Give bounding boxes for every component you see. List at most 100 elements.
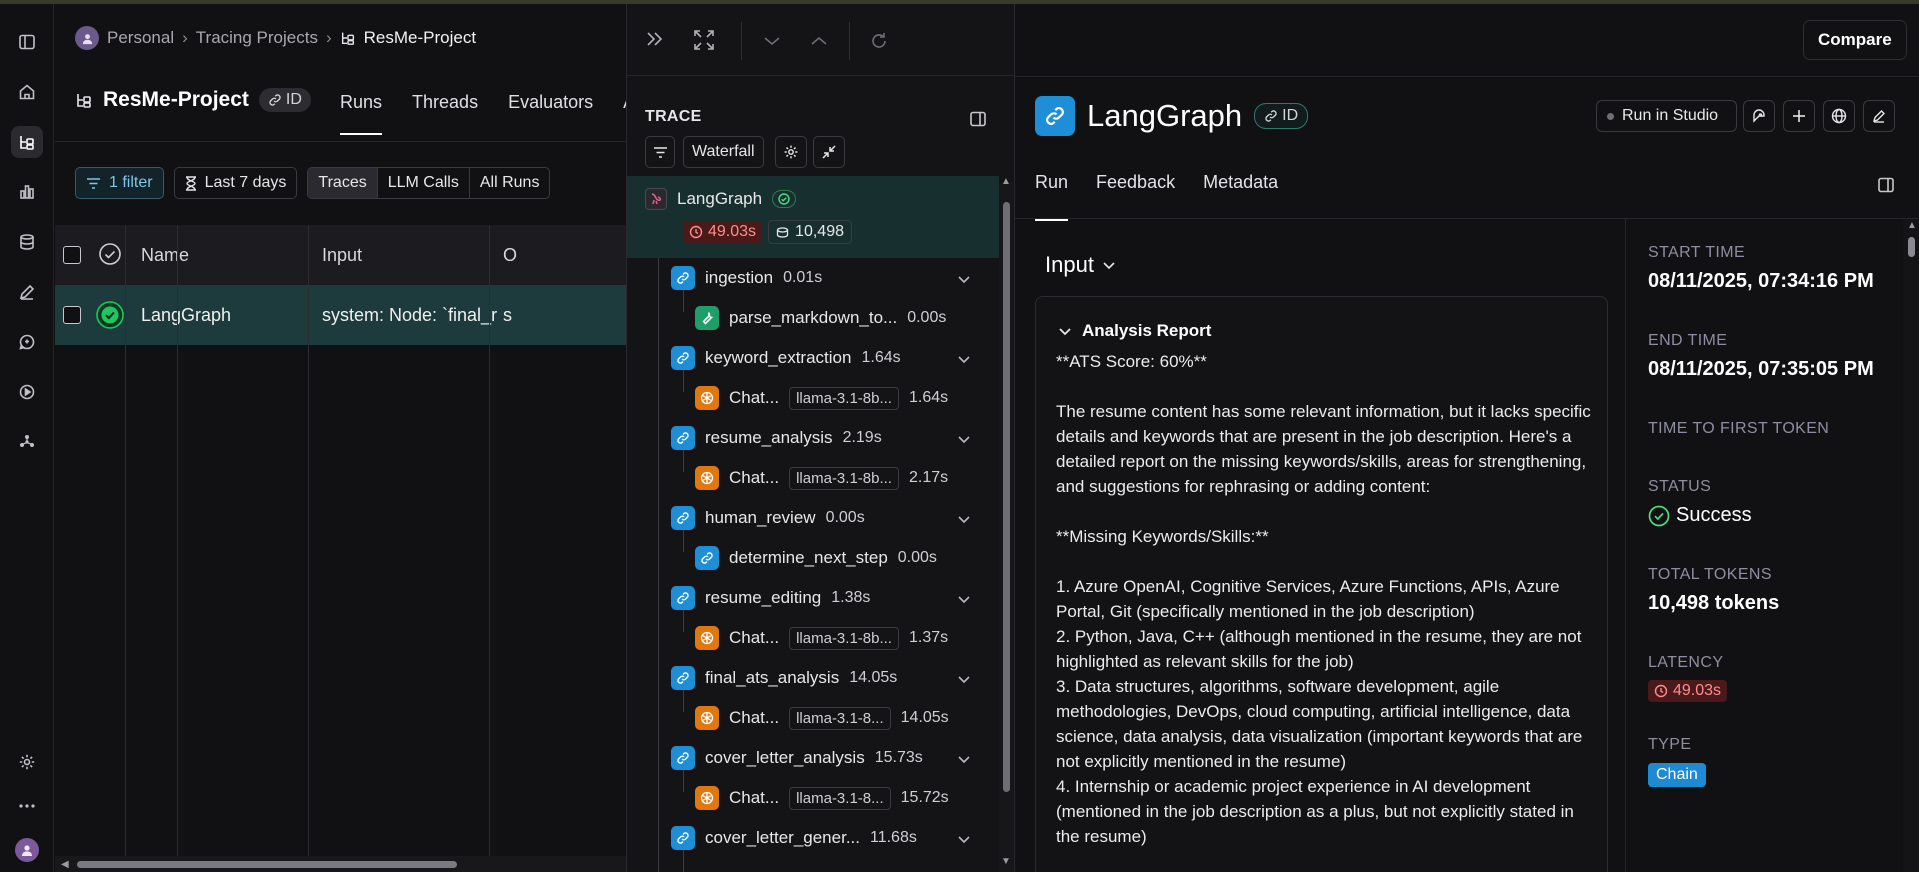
scrollbar-thumb[interactable] bbox=[1908, 237, 1915, 257]
expand-icon[interactable] bbox=[693, 29, 715, 51]
trace-filter-button[interactable] bbox=[645, 136, 675, 168]
time-range-button[interactable]: Last 7 days bbox=[173, 167, 298, 199]
add-button[interactable] bbox=[1783, 100, 1815, 132]
scroll-down-icon[interactable]: ▼ bbox=[1001, 856, 1011, 867]
tab-threads[interactable]: Threads bbox=[412, 92, 478, 135]
trace-node[interactable]: ingestion 0.01s bbox=[671, 266, 822, 290]
status-label: STATUS bbox=[1648, 478, 1712, 495]
settings-icon[interactable] bbox=[11, 746, 43, 778]
tracing-icon[interactable] bbox=[11, 126, 43, 158]
collapse-panel-icon[interactable] bbox=[645, 31, 665, 47]
scrollbar-thumb[interactable] bbox=[77, 861, 457, 868]
trace-node[interactable]: Chat... llama-3.1-8... 14.05s bbox=[695, 706, 949, 730]
chevron-down-icon[interactable] bbox=[957, 275, 971, 284]
breadcrumb-personal[interactable]: Personal bbox=[107, 28, 174, 48]
detail-scrollbar[interactable]: ▲ bbox=[1903, 219, 1919, 872]
filter-button[interactable]: 1 filter bbox=[75, 167, 164, 199]
trace-node[interactable]: Chat... llama-3.1-8b... 1.64s bbox=[695, 386, 948, 410]
chain-icon bbox=[671, 746, 695, 770]
report-section-toggle[interactable]: Analysis Report bbox=[1058, 321, 1211, 341]
row-input: system: Node: `final_r... bbox=[322, 305, 497, 325]
run-in-studio-button[interactable]: Run in Studio bbox=[1596, 100, 1738, 132]
deployments-icon[interactable] bbox=[11, 376, 43, 408]
scroll-left-icon[interactable]: ◀ bbox=[61, 859, 69, 870]
root-node-header: LangGraph bbox=[645, 188, 797, 210]
run-in-studio-label: Run in Studio bbox=[1622, 107, 1719, 124]
compare-button[interactable]: Compare bbox=[1803, 20, 1907, 60]
chevron-down-icon[interactable] bbox=[957, 755, 971, 764]
toggle-sidebar-icon[interactable] bbox=[1877, 176, 1895, 194]
table-row[interactable]: LangGraph system: Node: `final_r... s bbox=[55, 285, 626, 345]
trace-root-node[interactable]: LangGraph 49.03s 10,498 bbox=[627, 176, 999, 258]
copy-id-button[interactable]: ID bbox=[258, 88, 311, 112]
trace-node[interactable]: resume_editing 1.38s bbox=[671, 586, 870, 610]
trace-settings-button[interactable] bbox=[775, 136, 807, 168]
trace-node[interactable]: resume_analysis 2.19s bbox=[671, 426, 882, 450]
trace-scrollbar[interactable]: ▲ ▼ bbox=[999, 176, 1013, 872]
chevron-down-icon[interactable] bbox=[957, 675, 971, 684]
more-icon[interactable] bbox=[11, 790, 43, 822]
collapse-arrows-icon bbox=[821, 144, 837, 160]
waterfall-toggle[interactable]: Waterfall bbox=[683, 136, 764, 168]
trace-node-duration: 2.17s bbox=[908, 469, 949, 486]
trace-node[interactable]: human_review 0.00s bbox=[671, 506, 865, 530]
total-tokens-value: 10,498 tokens bbox=[1648, 592, 1780, 614]
tab-runs[interactable]: Runs bbox=[340, 92, 383, 135]
column-input[interactable]: Input bbox=[322, 245, 362, 266]
chevron-down-icon[interactable] bbox=[763, 36, 781, 46]
trace-node[interactable]: Chat... llama-3.1-8... 15.72s bbox=[695, 786, 949, 810]
scroll-up-icon[interactable]: ▲ bbox=[1001, 176, 1011, 187]
column-output[interactable]: O bbox=[503, 245, 517, 266]
trace-node[interactable]: Chat... llama-3.1-8b... 1.37s bbox=[695, 626, 948, 650]
chevron-up-icon[interactable] bbox=[810, 36, 828, 46]
sidebar-toggle-icon[interactable] bbox=[11, 26, 43, 58]
chevron-down-icon[interactable] bbox=[957, 595, 971, 604]
user-avatar-icon[interactable] bbox=[11, 834, 43, 866]
trace-node[interactable]: Chat... llama-3.1-8b... 2.17s bbox=[695, 466, 948, 490]
annotation-icon[interactable] bbox=[11, 276, 43, 308]
breadcrumb-tracing-projects[interactable]: Tracing Projects bbox=[196, 28, 318, 48]
segment-traces[interactable]: Traces bbox=[308, 168, 378, 198]
datasets-icon[interactable] bbox=[11, 226, 43, 258]
row-checkbox[interactable] bbox=[63, 306, 81, 324]
tool-icon bbox=[695, 306, 719, 330]
studio-icon[interactable] bbox=[11, 426, 43, 458]
breadcrumb-current-project[interactable]: ResMe-Project bbox=[364, 28, 476, 48]
input-section-header[interactable]: Input bbox=[1045, 252, 1116, 278]
chevron-down-icon[interactable] bbox=[957, 355, 971, 364]
trace-node[interactable]: cover_letter_gener... 11.68s bbox=[671, 826, 917, 850]
copy-run-id-button[interactable]: ID bbox=[1254, 103, 1309, 129]
tab-feedback[interactable]: Feedback bbox=[1096, 172, 1175, 221]
panel-layout-icon[interactable] bbox=[969, 110, 987, 128]
prompts-icon[interactable] bbox=[11, 326, 43, 358]
scrollbar-thumb[interactable] bbox=[1003, 202, 1010, 792]
collapse-all-button[interactable] bbox=[813, 136, 845, 168]
trace-node[interactable]: keyword_extraction 1.64s bbox=[671, 346, 901, 370]
tab-evaluators[interactable]: Evaluators bbox=[508, 92, 593, 135]
trace-node[interactable]: determine_next_step 0.00s bbox=[695, 546, 937, 570]
chain-icon bbox=[1035, 96, 1075, 136]
horizontal-scrollbar[interactable]: ◀ bbox=[55, 856, 626, 872]
select-all-checkbox[interactable] bbox=[63, 246, 81, 264]
trace-node[interactable]: cover_letter_analysis 15.73s bbox=[671, 746, 923, 770]
share-button[interactable] bbox=[1823, 100, 1855, 132]
trace-node[interactable]: parse_markdown_to... 0.00s bbox=[695, 306, 946, 330]
link-icon bbox=[1264, 109, 1278, 123]
annotate-button[interactable] bbox=[1743, 100, 1775, 132]
tab-metadata[interactable]: Metadata bbox=[1203, 172, 1278, 221]
chevron-down-icon[interactable] bbox=[957, 835, 971, 844]
chevron-down-icon[interactable] bbox=[957, 435, 971, 444]
dashboards-icon[interactable] bbox=[11, 176, 43, 208]
edit-button[interactable] bbox=[1863, 100, 1895, 132]
column-name[interactable]: Name bbox=[141, 245, 189, 266]
tab-run[interactable]: Run bbox=[1035, 172, 1069, 221]
end-time-value: 08/11/2025, 07:35:05 PM bbox=[1648, 358, 1874, 380]
plus-icon bbox=[1792, 109, 1806, 123]
trace-node[interactable]: final_ats_analysis 14.05s bbox=[671, 666, 897, 690]
segment-all-runs[interactable]: All Runs bbox=[470, 168, 550, 198]
segment-llm-calls[interactable]: LLM Calls bbox=[378, 168, 470, 198]
scroll-up-icon[interactable]: ▲ bbox=[1907, 220, 1917, 231]
home-icon[interactable] bbox=[11, 76, 43, 108]
refresh-icon[interactable] bbox=[869, 31, 889, 51]
chevron-down-icon[interactable] bbox=[957, 515, 971, 524]
